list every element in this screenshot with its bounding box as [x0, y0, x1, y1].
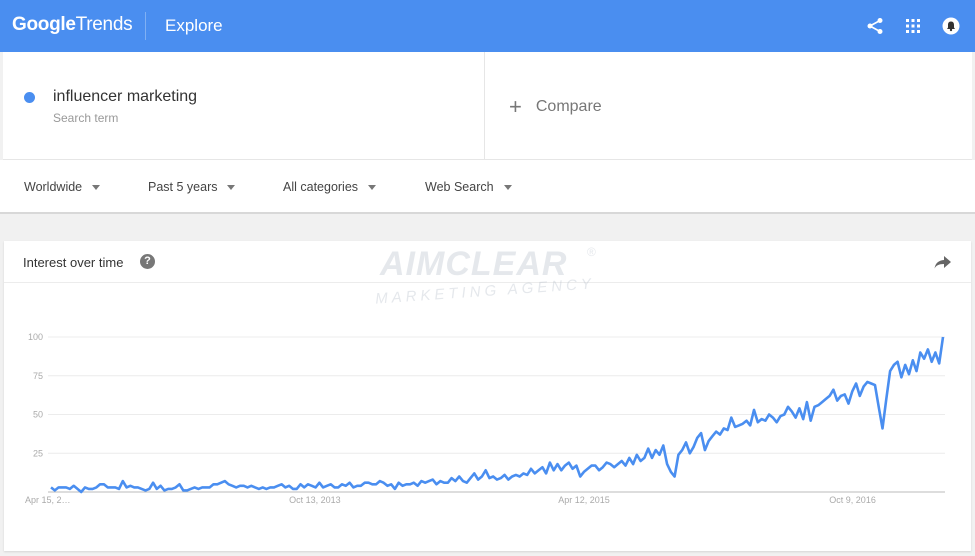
plus-icon: +	[509, 94, 522, 119]
search-panel: influencer marketing Search term + Compa…	[3, 52, 972, 160]
caret-down-icon	[368, 184, 377, 190]
caret-down-icon	[227, 184, 236, 190]
search-term-box[interactable]: influencer marketing Search term	[3, 52, 485, 160]
share-icon[interactable]	[865, 16, 885, 36]
compare-label: Compare	[535, 98, 602, 115]
filter-region[interactable]: Worldwide	[24, 180, 101, 194]
notifications-icon[interactable]	[941, 16, 961, 36]
filter-label: Worldwide	[24, 180, 83, 194]
filter-label: Past 5 years	[148, 180, 218, 194]
caret-down-icon	[503, 184, 512, 190]
search-term-type: Search term	[53, 111, 119, 125]
search-term[interactable]: influencer marketing	[53, 88, 197, 106]
top-bar: GoogleTrends Explore	[0, 0, 975, 52]
section-title: Explore	[165, 16, 223, 35]
filter-time-range[interactable]: Past 5 years	[148, 180, 236, 194]
filter-label: All categories	[283, 180, 359, 194]
caret-down-icon	[92, 184, 101, 190]
header-divider	[145, 12, 146, 40]
share-arrow-icon[interactable]	[934, 254, 952, 270]
interest-over-time-card: Interest over time ?	[4, 241, 971, 551]
filter-bar: Worldwide Past 5 years All categories We…	[0, 160, 975, 214]
card-header: Interest over time ?	[4, 241, 971, 283]
google-trends-logo[interactable]: GoogleTrends	[12, 14, 133, 36]
help-icon[interactable]: ?	[140, 254, 155, 269]
logo-trends: Trends	[75, 14, 133, 35]
compare-button[interactable]: + Compare	[509, 94, 602, 119]
filter-search-type[interactable]: Web Search	[425, 180, 512, 194]
apps-grid-icon[interactable]	[903, 16, 923, 36]
logo-google: Google	[12, 14, 76, 35]
filter-category[interactable]: All categories	[283, 180, 377, 194]
filter-label: Web Search	[425, 180, 494, 194]
term-color-dot	[24, 92, 35, 103]
card-title: Interest over time	[23, 255, 124, 270]
